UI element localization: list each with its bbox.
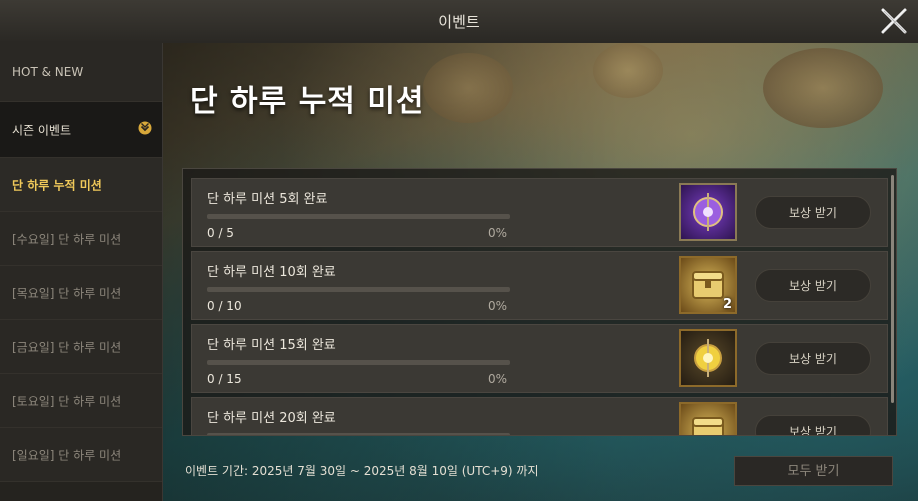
claim-reward-button[interactable]: 보상 받기	[755, 196, 871, 229]
mission-progress-bar	[207, 360, 510, 365]
window-title: 이벤트	[438, 13, 480, 31]
sidebar-item-label: HOT & NEW	[12, 65, 84, 79]
mission-title: 단 하루 미션 15회 완료	[207, 338, 336, 353]
mission-row: 단 하루 미션 20회 완료 보상 받기	[191, 397, 888, 435]
mission-percent: 0%	[488, 299, 508, 313]
sidebar-item-label: 단 하루 누적 미션	[12, 178, 102, 192]
sidebar-item-label: [일요일] 단 하루 미션	[12, 448, 122, 462]
mission-title: 단 하루 미션 20회 완료	[207, 411, 336, 426]
mission-progress-bar	[207, 433, 510, 435]
claim-reward-button[interactable]: 보상 받기	[755, 269, 871, 302]
chevron-down-icon	[138, 121, 152, 135]
mission-progress-bar	[207, 214, 510, 219]
claim-all-button[interactable]: 모두 받기	[734, 456, 893, 486]
sidebar-item-thursday[interactable]: [목요일] 단 하루 미션	[0, 266, 162, 320]
sidebar-item-hot-new[interactable]: HOT & NEW	[0, 43, 162, 102]
sidebar-item-label: [목요일] 단 하루 미션	[12, 286, 122, 300]
reward-quantity: 2	[722, 297, 732, 312]
mission-count: 0 / 15	[207, 372, 242, 386]
gold-orb-scroll-icon[interactable]	[679, 329, 737, 387]
event-period: 이벤트 기간: 2025년 7월 30일 ~ 2025년 8월 10일 (UTC…	[185, 464, 539, 478]
claim-reward-button[interactable]: 보상 받기	[755, 415, 871, 435]
sidebar-item-friday[interactable]: [금요일] 단 하루 미션	[0, 320, 162, 374]
mission-percent: 0%	[488, 226, 508, 240]
mission-list[interactable]: 단 하루 미션 5회 완료 0 / 5 0% 보상 받기 단 하루 미션 10회…	[182, 168, 897, 436]
mission-title: 단 하루 미션 5회 완료	[207, 192, 328, 207]
sidebar-item-sunday[interactable]: [일요일] 단 하루 미션	[0, 428, 162, 482]
main-content: 단 하루 누적 미션 단 하루 미션 5회 완료 0 / 5 0% 보상 받기 …	[163, 43, 918, 501]
claim-reward-button[interactable]: 보상 받기	[755, 342, 871, 375]
gold-chest-icon[interactable]	[679, 402, 737, 435]
sidebar-item-season-event[interactable]: 시즌 이벤트	[0, 102, 162, 158]
scrollbar[interactable]	[891, 175, 894, 403]
sidebar-item-label: [토요일] 단 하루 미션	[12, 394, 122, 408]
mission-row: 단 하루 미션 15회 완료 0 / 15 0% 보상 받기	[191, 324, 888, 393]
mission-row: 단 하루 미션 5회 완료 0 / 5 0% 보상 받기	[191, 178, 888, 247]
close-icon[interactable]	[878, 5, 910, 37]
sidebar: HOT & NEW 시즌 이벤트 단 하루 누적 미션 [수요일] 단 하루 미…	[0, 43, 163, 501]
sidebar-item-label: 시즌 이벤트	[12, 123, 72, 137]
sidebar-item-daily-cumulative[interactable]: 단 하루 누적 미션	[0, 158, 162, 212]
mission-row: 단 하루 미션 10회 완료 0 / 10 0% 2 보상 받기	[191, 251, 888, 320]
mission-count: 0 / 10	[207, 299, 242, 313]
sidebar-item-saturday[interactable]: [토요일] 단 하루 미션	[0, 374, 162, 428]
event-headline: 단 하루 누적 미션	[190, 84, 425, 119]
sidebar-item-label: [금요일] 단 하루 미션	[12, 340, 122, 354]
mission-count: 0 / 5	[207, 226, 234, 240]
mission-title: 단 하루 미션 10회 완료	[207, 265, 336, 280]
sidebar-item-wednesday[interactable]: [수요일] 단 하루 미션	[0, 212, 162, 266]
sidebar-item-label: [수요일] 단 하루 미션	[12, 232, 122, 246]
title-bar: 이벤트	[0, 0, 918, 44]
gold-chest-icon[interactable]: 2	[679, 256, 737, 314]
mission-percent: 0%	[488, 372, 508, 386]
mission-progress-bar	[207, 287, 510, 292]
purple-orb-scroll-icon[interactable]	[679, 183, 737, 241]
